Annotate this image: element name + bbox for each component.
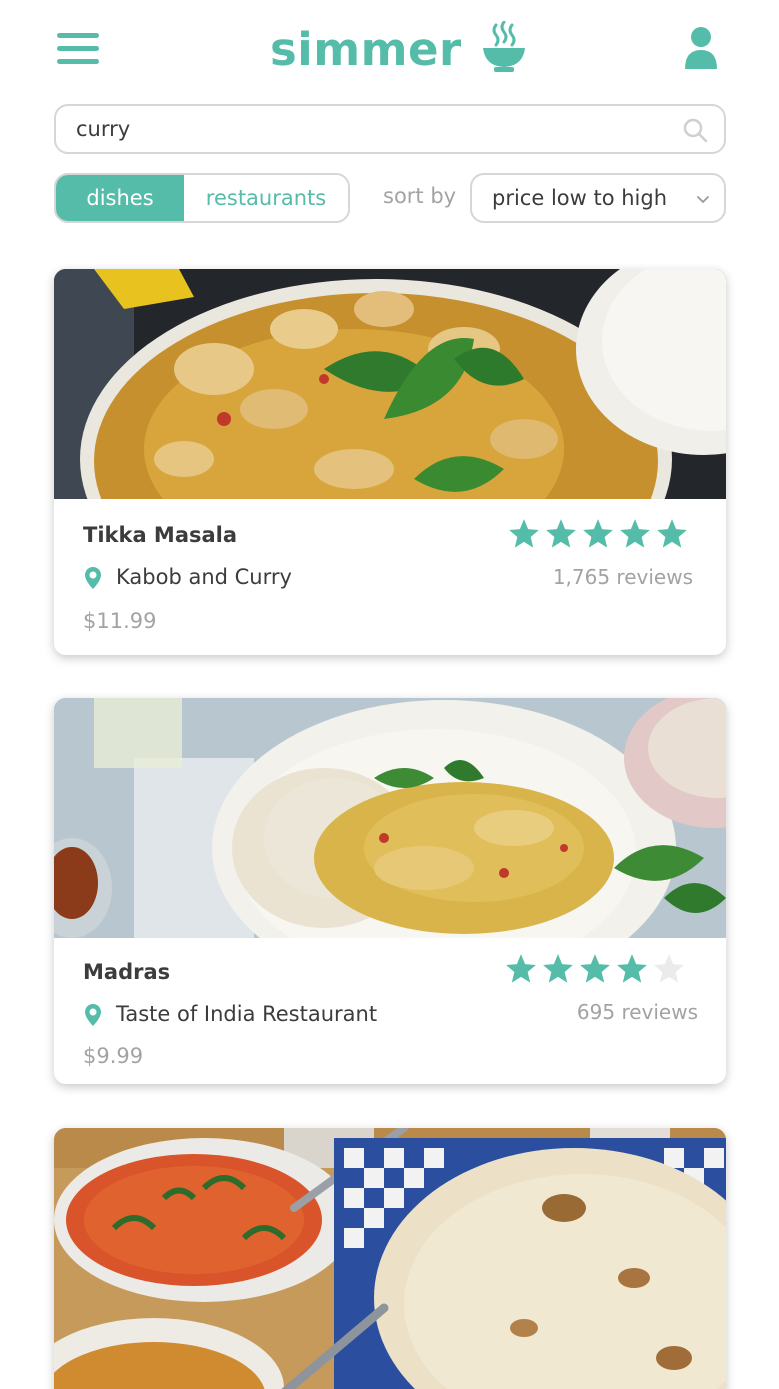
star-rating xyxy=(507,517,689,551)
tikka-masala-photo xyxy=(54,269,726,499)
curry-and-naan-photo xyxy=(54,1128,726,1389)
location-pin-icon xyxy=(85,1004,101,1026)
result-card[interactable]: Madras Taste of India Restaurant $9.99 6… xyxy=(54,698,726,1084)
user-icon[interactable] xyxy=(683,26,719,70)
result-card[interactable]: Tikka Masala Kabob and Curry $11.99 1,76… xyxy=(54,269,726,655)
dish-price: $9.99 xyxy=(83,1044,144,1068)
star-icon-filled xyxy=(543,954,573,983)
steaming-bowl-icon xyxy=(482,21,525,72)
app-name: simmer xyxy=(270,22,462,76)
sort-selected-value: price low to high xyxy=(492,186,668,210)
dish-price: $11.99 xyxy=(83,609,157,633)
star-icon-filled xyxy=(506,954,536,983)
star-icon-filled xyxy=(509,519,539,548)
dish-name: Madras xyxy=(83,960,171,984)
star-icon-empty xyxy=(654,954,684,983)
app-logo[interactable]: simmer xyxy=(270,14,526,84)
hamburger-menu-icon[interactable] xyxy=(56,32,100,66)
star-icon-filled xyxy=(620,519,650,548)
sort-label: sort by xyxy=(383,184,457,208)
sort-dropdown[interactable]: price low to high xyxy=(470,173,726,223)
result-card[interactable] xyxy=(54,1128,726,1389)
result-type-toggle: dishes restaurants xyxy=(54,173,350,223)
star-icon-filled xyxy=(657,519,687,548)
star-icon-filled xyxy=(580,954,610,983)
star-icon-filled xyxy=(583,519,613,548)
result-info: Madras Taste of India Restaurant $9.99 6… xyxy=(54,938,726,1084)
search-bar xyxy=(54,104,726,154)
dish-name: Tikka Masala xyxy=(83,523,238,547)
star-icon-filled xyxy=(546,519,576,548)
star-icon-filled xyxy=(617,954,647,983)
tab-dishes[interactable]: dishes xyxy=(56,175,184,221)
app-header: simmer xyxy=(0,0,779,100)
search-icon[interactable] xyxy=(682,117,708,143)
search-input[interactable] xyxy=(76,114,656,144)
location-pin-icon xyxy=(85,567,101,589)
restaurant-name[interactable]: Kabob and Curry xyxy=(116,565,292,589)
chevron-down-icon xyxy=(697,196,709,204)
review-count[interactable]: 1,765 reviews xyxy=(433,565,693,589)
star-rating xyxy=(504,952,686,986)
tab-restaurants[interactable]: restaurants xyxy=(184,175,348,221)
result-info: Tikka Masala Kabob and Curry $11.99 1,76… xyxy=(54,499,726,655)
madras-photo xyxy=(54,698,726,938)
restaurant-name[interactable]: Taste of India Restaurant xyxy=(116,1002,377,1026)
review-count[interactable]: 695 reviews xyxy=(438,1000,698,1024)
